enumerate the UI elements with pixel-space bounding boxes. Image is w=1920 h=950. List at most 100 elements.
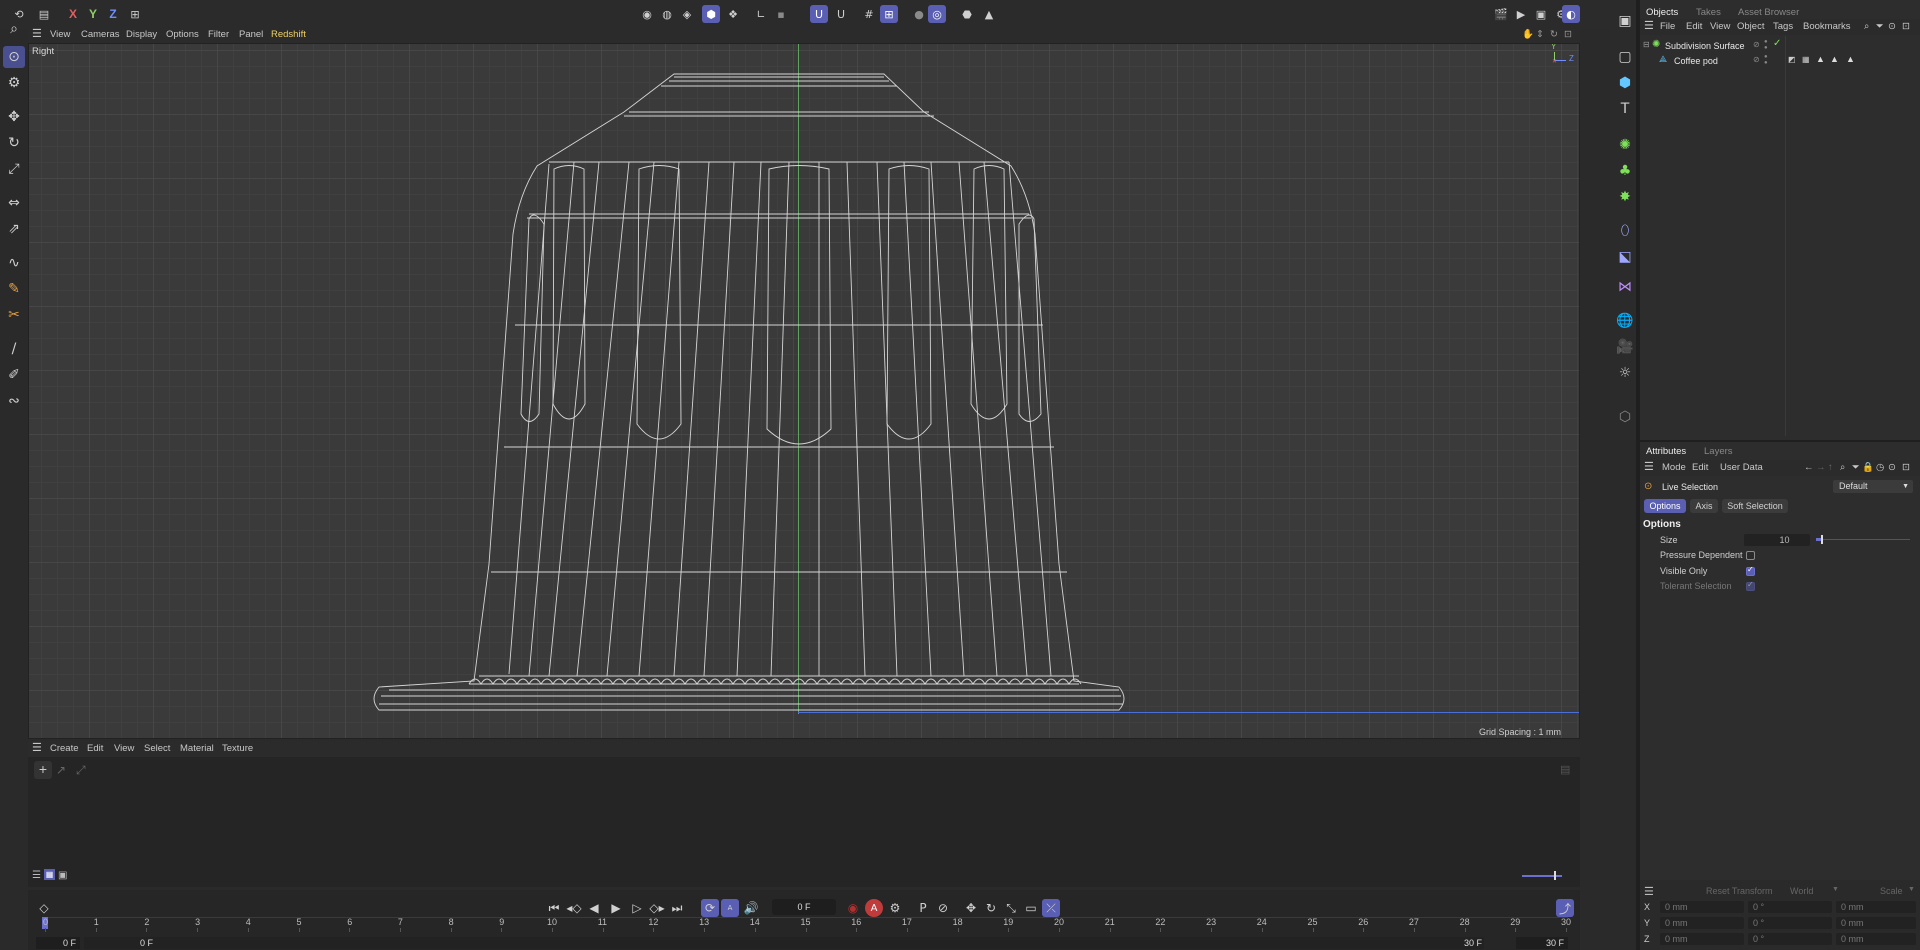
selection-tag-icon[interactable]: ▲ [1830,54,1839,64]
attributes-new-window-icon[interactable]: ⊡ [1902,462,1910,473]
position-x-field[interactable]: 0 mm [1660,901,1744,913]
prev-key-icon[interactable]: ◂◇ [565,899,583,917]
field-icon[interactable]: ⬯ [1614,220,1636,242]
uv-mode-icon[interactable]: ❖ [724,5,742,23]
material-menu-select[interactable]: Select [144,743,170,754]
subtab-soft-selection[interactable]: Soft Selection [1722,499,1788,513]
up-arrow-icon[interactable]: ↑ [1828,462,1833,473]
rotate-key-icon[interactable]: ↻ [982,899,1000,917]
tab-objects[interactable]: Objects [1646,7,1678,18]
pla-key-icon[interactable]: ⤫ [1042,899,1060,917]
lock-x-button[interactable]: X [64,5,82,23]
edges-mode-icon[interactable]: ◈ [678,5,696,23]
magnet-icon[interactable]: ᑌ [832,5,850,23]
size-slider-track[interactable] [1816,539,1910,540]
zoom-slider[interactable] [1522,875,1562,877]
material-area[interactable]: + ↗ ⤢ ▤ ☰ ▦ ▣ [28,757,1580,887]
layer-icon[interactable]: ⊘ [1753,55,1760,64]
light-icon[interactable]: ☼ [1614,362,1636,384]
next-frame-icon[interactable]: ▷ [628,899,646,917]
menu-options[interactable]: Options [166,29,199,40]
knife-icon[interactable]: ✂ [3,304,25,326]
tag-icon[interactable]: ⬡ [1614,406,1636,428]
viewport-solo-icon[interactable]: ◎ [928,5,946,23]
cube-icon[interactable]: ⬢ [1614,72,1636,94]
visible-only-checkbox[interactable] [1746,565,1755,576]
objects-find-icon[interactable]: ⊙ [1888,21,1896,32]
collapse-icon[interactable]: ⊟ [1643,40,1650,49]
record-icon[interactable]: ◉ [844,899,862,917]
lock-y-button[interactable]: Y [84,5,102,23]
snap-icon[interactable]: U [810,5,828,23]
menu-view[interactable]: View [50,29,70,40]
material-edit-icon[interactable]: ↗ [56,763,66,777]
tweak-mode-icon[interactable]: ▪ [772,5,790,23]
menu-panel[interactable]: Panel [239,29,263,40]
polygons-mode-icon[interactable]: ⬢ [702,5,720,23]
rotation-x-field[interactable]: 0 ° [1748,901,1832,913]
max-frame-field[interactable]: 30 F [1516,937,1568,949]
attributes-settings-icon[interactable]: ⊙ [1888,462,1896,473]
maximize-icon[interactable]: ⊡ [1564,29,1572,40]
coordinates-hamburger-icon[interactable]: ☰ [1644,885,1654,898]
render-region-icon[interactable]: 🎬 [1492,5,1510,23]
tab-asset-browser[interactable]: Asset Browser [1738,7,1799,18]
solo-icon[interactable]: ● [910,5,928,23]
prev-frame-icon[interactable]: ◀ [585,899,603,917]
visibility-dots-icon[interactable]: ● ● [1764,54,1768,66]
objects-filter-icon[interactable]: ⏷ [1876,21,1884,32]
pen-icon[interactable]: ✎ [3,278,25,300]
move-icon[interactable]: ✥ [3,106,25,128]
key-rotation-icon[interactable]: ⊘ [934,899,952,917]
zoom-slider-handle[interactable] [1554,871,1556,880]
object-name[interactable]: Coffee pod [1674,56,1718,66]
redshift-icon[interactable]: ⬣ [958,5,976,23]
play-icon[interactable]: ▶ [607,899,625,917]
material-menu-view[interactable]: View [114,743,134,754]
panel-divider[interactable] [1640,440,1920,442]
material-menu-create[interactable]: Create [50,743,79,754]
forward-arrow-icon[interactable]: → [1816,462,1826,473]
layout-icon[interactable]: ▤ [35,5,53,23]
attributes-menu-mode[interactable]: Mode [1662,462,1686,473]
current-frame-field[interactable]: 0 F [772,899,836,915]
tab-layers[interactable]: Layers [1704,446,1733,457]
large-view-icon[interactable]: ▣ [58,870,67,881]
menu-redshift[interactable]: Redshift [271,29,306,40]
brush-icon[interactable]: / [3,338,25,360]
workplane-icon[interactable]: ⊞ [880,5,898,23]
object-row[interactable]: ⊟ ✺ Subdivision Surface ⊘ ● ● ✓ [1640,38,1920,53]
spline-icon[interactable]: ∿ [3,252,25,274]
size-input[interactable]: 10 [1744,534,1810,546]
mode-dropdown[interactable]: Scale [1880,886,1903,896]
pressure-checkbox[interactable] [1746,551,1755,560]
reset-transform-button[interactable]: Reset Transform [1706,886,1773,896]
position-y-field[interactable]: 0 mm [1660,917,1744,929]
objects-menu-tags[interactable]: Tags [1773,21,1793,32]
3d-viewport[interactable]: Right Y Z ✕ Grid Spacing: 1 mm [28,43,1580,739]
extrude-icon[interactable]: ⇗ [3,218,25,240]
menu-hamburger-icon[interactable]: ☰ [32,27,42,40]
sculpt-icon[interactable]: ∾ [3,390,25,412]
rotation-y-field[interactable]: 0 ° [1748,917,1832,929]
material-hamburger-icon[interactable]: ☰ [32,741,42,754]
scale-z-field[interactable]: 0 mm [1836,933,1916,945]
axis-mode-icon[interactable]: ∟ [752,5,770,23]
deformer-gear-icon[interactable]: ✸ [1614,186,1636,208]
objects-hamburger-icon[interactable]: ☰ [1644,19,1654,32]
material-menu-edit[interactable]: Edit [87,743,103,754]
model-mode-icon[interactable]: ◉ [638,5,656,23]
objects-menu-bookmarks[interactable]: Bookmarks [1803,21,1851,32]
back-arrow-icon[interactable]: ← [1804,462,1814,473]
key-position-icon[interactable]: P [914,899,932,917]
object-name[interactable]: Subdivision Surface [1665,41,1745,51]
objects-menu-view[interactable]: View [1710,21,1730,32]
attributes-hamburger-icon[interactable]: ☰ [1644,460,1654,473]
preview-range-bar[interactable]: 0 F [84,937,1484,949]
menu-display[interactable]: Display [126,29,157,40]
grid-view-icon[interactable]: ▦ [44,869,55,880]
position-z-field[interactable]: 0 mm [1660,933,1744,945]
add-material-button[interactable]: + [34,761,52,779]
render-queue-icon[interactable]: ▣ [1532,5,1550,23]
subtab-options[interactable]: Options [1644,499,1686,513]
